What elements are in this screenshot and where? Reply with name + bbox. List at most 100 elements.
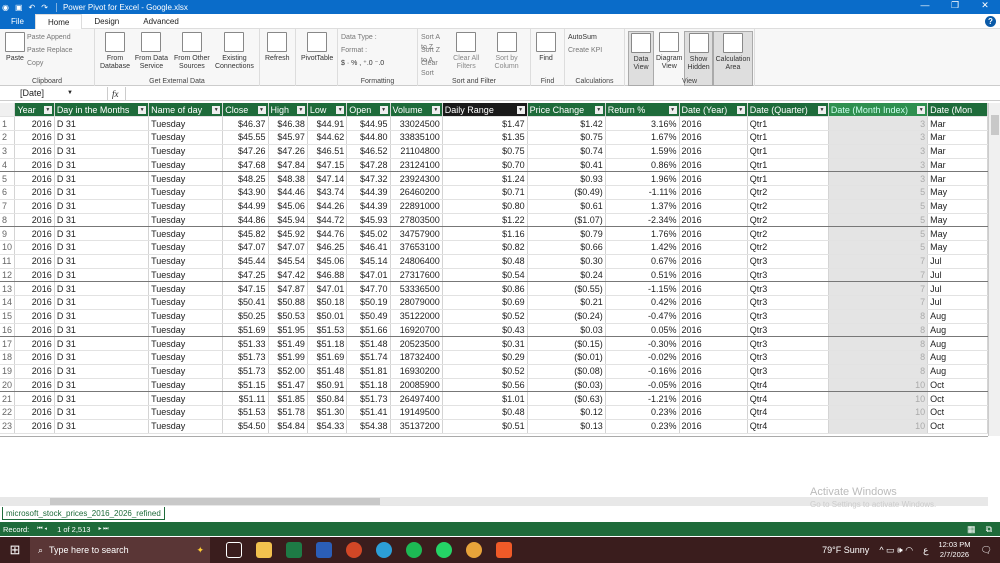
table-cell[interactable]: 5 (828, 185, 929, 200)
table-cell[interactable]: $45.14 (346, 254, 391, 269)
table-cell[interactable]: 8 (828, 364, 929, 379)
table-cell[interactable]: D 31 (54, 350, 150, 365)
table-cell[interactable]: $0.13 (527, 419, 606, 434)
table-cell[interactable]: 0.23% (605, 419, 680, 434)
table-cell[interactable]: $47.28 (346, 158, 391, 173)
table-cell[interactable]: $44.39 (346, 185, 391, 200)
table-cell[interactable]: D 31 (54, 323, 150, 338)
table-cell[interactable]: Qtr3 (747, 336, 829, 351)
table-cell[interactable]: $47.68 (222, 158, 269, 173)
table-cell[interactable]: Tuesday (148, 309, 224, 324)
table-cell[interactable]: ($1.07) (527, 213, 606, 228)
table-cell[interactable]: 7 (828, 254, 929, 269)
table-row[interactable]: 17 2016 D 31 Tuesday $51.33 $51.49 $51.18 $51.4… (0, 336, 988, 351)
number-format-buttons[interactable]: $ · % , ⁺.0 ⁻.0 (341, 59, 384, 69)
table-cell[interactable]: $51.73 (346, 391, 391, 406)
table-row[interactable]: 15 2016 D 31 Tuesday $50.25 $50.53 $50.01 $50.4… (0, 309, 988, 324)
sort-za-button[interactable]: Sort Z to A (421, 46, 446, 64)
table-cell[interactable]: 20523500 (390, 336, 443, 351)
table-row[interactable]: 9 2016 D 31 Tuesday $45.82 $45.92 $44.76 $45.02… (0, 226, 988, 241)
table-cell[interactable]: $45.97 (268, 130, 308, 145)
table-cell[interactable]: $51.73 (222, 364, 269, 379)
table-cell[interactable]: 2016 (14, 391, 55, 406)
table-row[interactable]: 16 2016 D 31 Tuesday $51.69 $51.95 $51.53 $51.6… (0, 323, 988, 338)
table-cell[interactable]: -1.15% (605, 281, 680, 296)
notification-icon[interactable]: 🗨 (981, 545, 992, 556)
table-cell[interactable]: 2016 (679, 295, 748, 310)
table-cell[interactable]: 5 (828, 226, 929, 241)
filter-dropdown-icon[interactable]: ▼ (516, 106, 525, 114)
table-cell[interactable]: 7 (828, 281, 929, 296)
row-number[interactable]: 2 (0, 130, 16, 145)
table-cell[interactable]: May (927, 199, 988, 214)
grid-view-icon[interactable]: ▦ (967, 524, 976, 535)
table-cell[interactable]: Tuesday (148, 391, 224, 406)
table-cell[interactable]: 2016 (679, 419, 748, 434)
table-cell[interactable]: $47.14 (307, 171, 348, 186)
row-number[interactable]: 1 (0, 116, 16, 131)
table-cell[interactable]: $0.52 (442, 364, 528, 379)
table-cell[interactable]: 2016 (679, 213, 748, 228)
minimize-button[interactable]: — (910, 0, 940, 11)
row-number[interactable]: 5 (0, 171, 16, 186)
table-row[interactable]: 3 2016 D 31 Tuesday $47.26 $47.26 $46.51 $46.52… (0, 144, 988, 159)
table-cell[interactable]: 2016 (14, 240, 55, 255)
filter-dropdown-icon[interactable]: ▼ (736, 106, 745, 114)
table-cell[interactable]: $47.87 (268, 281, 308, 296)
edge-icon[interactable] (376, 542, 392, 558)
table-cell[interactable]: $0.66 (527, 240, 606, 255)
table-cell[interactable]: 7 (828, 295, 929, 310)
table-cell[interactable]: Oct (927, 378, 988, 393)
table-row[interactable]: 2 2016 D 31 Tuesday $45.55 $45.97 $44.62 $44.80… (0, 130, 988, 145)
table-cell[interactable]: $51.53 (307, 323, 348, 338)
table-cell[interactable]: $46.25 (307, 240, 348, 255)
table-cell[interactable]: Tuesday (148, 130, 224, 145)
table-row[interactable]: 22 2016 D 31 Tuesday $51.53 $51.78 $51.30 $51.4… (0, 405, 988, 420)
filter-dropdown-icon[interactable]: ▼ (668, 106, 677, 114)
table-cell[interactable]: Qtr3 (747, 309, 829, 324)
copy-button[interactable]: Copy (27, 59, 73, 69)
table-cell[interactable]: -0.30% (605, 336, 680, 351)
redo-icon[interactable]: ↷ (41, 3, 48, 12)
table-cell[interactable]: Qtr1 (747, 158, 829, 173)
table-cell[interactable]: $43.90 (222, 185, 269, 200)
pivottable-button[interactable]: PivotTable (299, 31, 335, 86)
table-cell[interactable]: $51.41 (346, 405, 391, 420)
table-cell[interactable]: $0.93 (527, 171, 606, 186)
table-cell[interactable]: $1.35 (442, 130, 528, 145)
table-cell[interactable]: $50.01 (307, 309, 348, 324)
excel-icon[interactable] (286, 542, 302, 558)
table-cell[interactable]: 34757900 (390, 226, 443, 241)
table-cell[interactable]: 0.51% (605, 268, 680, 283)
table-cell[interactable]: Qtr4 (747, 378, 829, 393)
table-cell[interactable]: Tuesday (148, 405, 224, 420)
table-cell[interactable]: Qtr1 (747, 171, 829, 186)
column-header[interactable]: Return % ▼ (605, 103, 680, 118)
table-cell[interactable]: 0.67% (605, 254, 680, 269)
table-cell[interactable]: $1.42 (527, 116, 606, 131)
table-cell[interactable]: 24806400 (390, 254, 443, 269)
table-cell[interactable]: $45.06 (268, 199, 308, 214)
table-cell[interactable]: Qtr2 (747, 199, 829, 214)
table-cell[interactable]: 2016 (14, 378, 55, 393)
table-cell[interactable]: 2016 (14, 309, 55, 324)
help-icon[interactable]: ? (985, 16, 996, 27)
table-cell[interactable]: $44.39 (346, 199, 391, 214)
table-cell[interactable]: 2016 (679, 240, 748, 255)
spotify-icon[interactable] (406, 542, 422, 558)
table-cell[interactable]: 5 (828, 240, 929, 255)
table-cell[interactable]: Tuesday (148, 281, 224, 296)
table-cell[interactable]: Oct (927, 419, 988, 434)
table-cell[interactable]: Qtr1 (747, 116, 829, 131)
table-cell[interactable]: Qtr2 (747, 185, 829, 200)
chevron-down-icon[interactable]: ▼ (67, 87, 73, 100)
table-cell[interactable]: $0.54 (442, 268, 528, 283)
table-cell[interactable]: Tuesday (148, 185, 224, 200)
table-cell[interactable]: $0.75 (442, 144, 528, 159)
table-cell[interactable]: $45.44 (222, 254, 269, 269)
table-cell[interactable]: 10 (828, 378, 929, 393)
table-cell[interactable]: D 31 (54, 391, 150, 406)
table-cell[interactable]: $0.12 (527, 405, 606, 420)
table-cell[interactable]: D 31 (54, 226, 150, 241)
table-cell[interactable]: 2016 (14, 116, 55, 131)
